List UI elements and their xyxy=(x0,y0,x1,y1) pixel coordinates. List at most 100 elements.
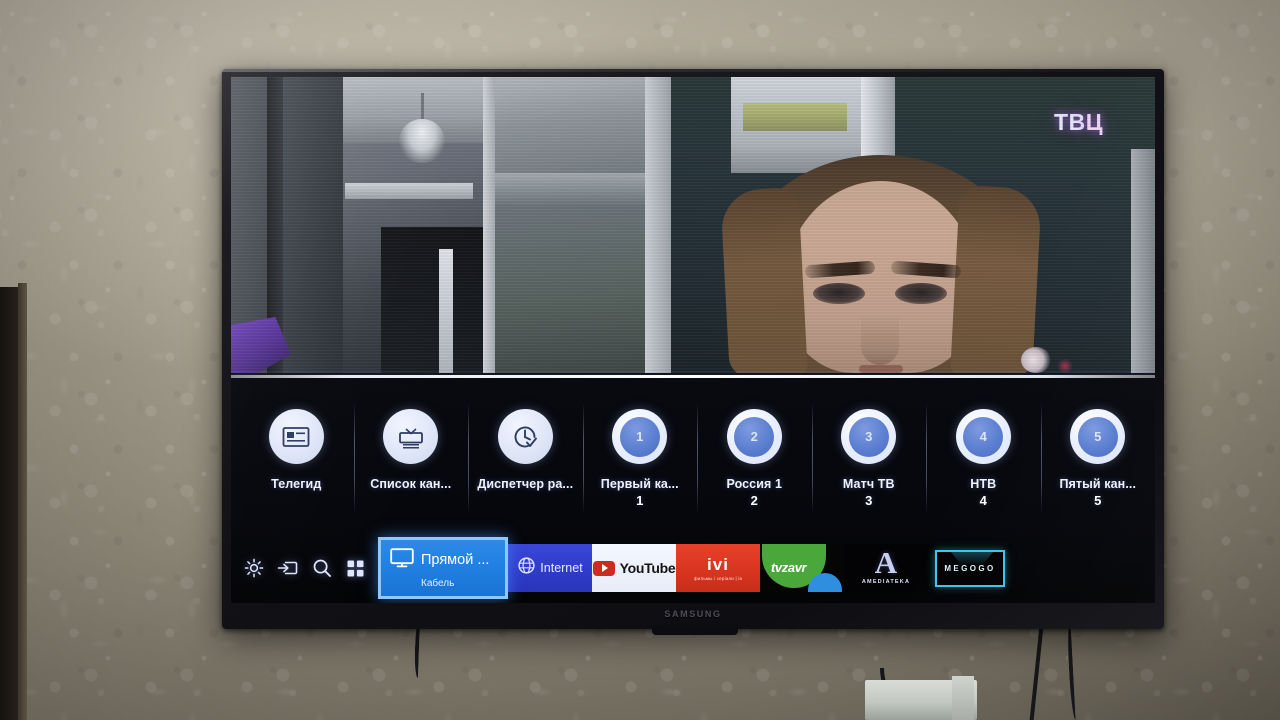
live-tile-header: Прямой ... xyxy=(390,547,505,573)
channel-number-badge: 5 xyxy=(1077,416,1118,457)
live-tile-subtitle: Кабель xyxy=(421,577,455,589)
scene-door-jamb-2 xyxy=(645,77,671,373)
apps-strip: Прямой ... Кабель Internet YouTube ivi ф… xyxy=(378,536,1012,600)
ivi-logo: ivi xyxy=(707,554,729,574)
scene-window-pane xyxy=(743,103,847,131)
channel-number-badge: 3 xyxy=(848,416,889,457)
tile-channel-number: 1 xyxy=(636,493,644,508)
tv-monitor-icon xyxy=(390,547,414,573)
apps-grid-icon[interactable] xyxy=(345,558,366,579)
video-picture: ТВЦ xyxy=(231,77,1155,373)
tv-stand xyxy=(652,625,738,635)
tile-schedule-manager[interactable]: Диспетчер ра... xyxy=(468,394,583,528)
amediateka-label: AMEDIATEKA xyxy=(861,578,911,585)
source-input-icon[interactable] xyxy=(277,558,298,579)
settings-gear-icon[interactable] xyxy=(243,558,264,579)
tile-channel-1[interactable]: 1 Первый ка... 1 xyxy=(582,394,698,528)
schedule-clock-icon xyxy=(511,423,539,451)
tile-tv-guide[interactable]: Телегид xyxy=(239,394,354,528)
scene-door-jamb-1 xyxy=(483,77,495,373)
tile-icon-circle xyxy=(268,409,324,464)
tile-icon-circle: 5 xyxy=(1070,409,1126,464)
tile-label: Матч ТВ xyxy=(842,477,895,491)
channel-number-badge: 1 xyxy=(619,416,660,457)
scene-flower xyxy=(1021,347,1051,373)
app-tile-megogo[interactable]: MEGOGO xyxy=(928,544,1012,592)
youtube-icon xyxy=(592,560,615,576)
channel-logo-bug: ТВЦ xyxy=(1054,109,1103,136)
amediateka-mark: A xyxy=(874,545,898,581)
app-tile-amediateka[interactable]: A AMEDIATEKA xyxy=(844,544,928,592)
tile-label: Пятый кан... xyxy=(1059,477,1137,491)
tile-icon-circle xyxy=(383,409,439,464)
smart-hub-menu: Телегид Список кан... Диспетчер ра... 1 … xyxy=(231,378,1155,603)
internet-tile-label: Internet xyxy=(540,561,583,575)
app-tile-ivi[interactable]: ivi фильмы і серіали | ів xyxy=(676,544,760,592)
app-tile-internet[interactable]: Internet xyxy=(508,544,592,592)
tile-label: Диспетчер ра... xyxy=(477,477,574,491)
bezel-highlight xyxy=(222,69,1164,72)
person-eye-left xyxy=(813,283,865,304)
scene-shelf xyxy=(345,183,473,199)
youtube-tile-content: YouTube xyxy=(592,560,676,576)
app-tile-live-tv[interactable]: Прямой ... Кабель xyxy=(378,537,508,599)
tile-channel-5[interactable]: 5 Пятый кан... 5 xyxy=(1040,394,1156,528)
tile-icon-circle: 1 xyxy=(612,409,668,464)
tile-icon-circle: 4 xyxy=(955,409,1011,464)
person-eye-right xyxy=(895,283,947,304)
globe-icon xyxy=(517,556,536,580)
channel-list-icon xyxy=(397,425,425,449)
tile-channel-number: 5 xyxy=(1094,493,1102,508)
tile-channel-2[interactable]: 2 Россия 1 2 xyxy=(697,394,812,528)
white-device-side xyxy=(952,676,974,720)
scene-mid-room-band xyxy=(495,173,645,205)
channel-logo-part1: ТВ xyxy=(1054,109,1086,135)
live-tile-title: Прямой ... xyxy=(421,552,490,568)
tile-channel-number: 3 xyxy=(865,493,873,508)
tile-icon-circle: 2 xyxy=(726,409,782,464)
app-tile-tvzavr[interactable]: tvzavr xyxy=(760,544,844,592)
tile-icon-circle: 3 xyxy=(841,409,897,464)
person-hair-right xyxy=(950,184,1042,373)
person-lips xyxy=(859,365,903,373)
megogo-label: MEGOGO xyxy=(944,563,996,573)
tile-label: Список кан... xyxy=(370,477,452,491)
ivi-tagline: фильмы і серіали | ів xyxy=(693,575,743,581)
scene-door-light xyxy=(439,249,453,373)
system-icons-group xyxy=(243,558,366,579)
tile-label: НТВ xyxy=(970,477,997,491)
tile-icon-circle xyxy=(497,409,553,464)
channel-logo-part2: Ц xyxy=(1085,109,1103,135)
internet-tile-content: Internet xyxy=(517,556,583,580)
tile-label: Телегид xyxy=(271,477,322,491)
person-nose xyxy=(861,313,899,365)
channel-number-badge: 2 xyxy=(734,416,775,457)
tile-channel-number: 2 xyxy=(750,493,758,508)
channel-number-badge: 4 xyxy=(963,416,1004,457)
tile-channel-number: 4 xyxy=(979,493,987,508)
tile-label: Первый ка... xyxy=(600,477,679,491)
tile-channel-3[interactable]: 3 Матч ТВ 3 xyxy=(811,394,927,528)
scene-doorway xyxy=(381,227,491,373)
quick-tiles-row: Телегид Список кан... Диспетчер ра... 1 … xyxy=(239,394,1155,528)
scene-pillar-right xyxy=(1131,149,1155,373)
tile-channel-list[interactable]: Список кан... xyxy=(353,394,469,528)
scene-flower-red xyxy=(1057,359,1073,373)
tile-label: Россия 1 xyxy=(726,477,783,491)
guide-icon xyxy=(282,426,310,448)
brand-logo: SAMSUNG xyxy=(664,609,722,619)
television: SAMSUNG ТВЦ Телегид Список кан... Диспет… xyxy=(222,69,1164,635)
tv-screen: ТВЦ Телегид Список кан... Диспетчер ра..… xyxy=(231,77,1155,603)
app-tile-youtube[interactable]: YouTube xyxy=(592,544,676,592)
scene-ceiling-lamp xyxy=(399,119,445,163)
furniture-edge xyxy=(18,283,27,720)
person-hair-left xyxy=(720,187,808,373)
tvzavr-label: tvzavr xyxy=(771,560,807,575)
search-icon[interactable] xyxy=(311,558,332,579)
tile-channel-4[interactable]: 4 НТВ 4 xyxy=(926,394,1041,528)
app-bar: Прямой ... Кабель Internet YouTube ivi ф… xyxy=(231,536,1155,600)
megogo-logo-frame: MEGOGO xyxy=(935,549,1005,587)
scene-mid-room xyxy=(495,77,645,373)
youtube-tile-label: YouTube xyxy=(619,560,676,576)
screenshot-scene: SAMSUNG ТВЦ Телегид Список кан... Диспет… xyxy=(0,0,1280,720)
